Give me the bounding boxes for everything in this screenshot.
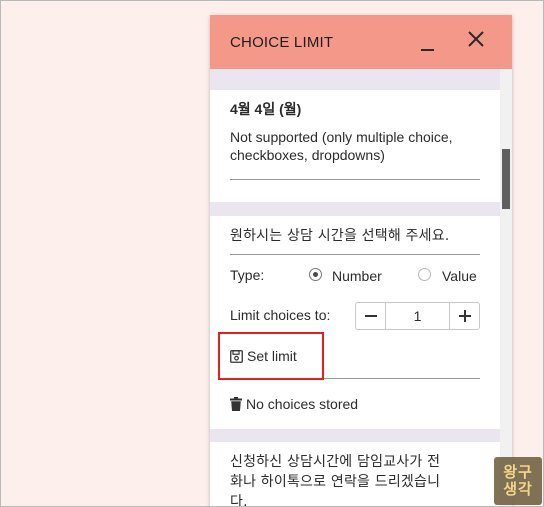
panel-title: CHOICE LIMIT (230, 33, 334, 51)
save-icon (230, 349, 243, 363)
decrement-button[interactable] (356, 303, 386, 329)
close-icon (468, 31, 484, 47)
limit-stepper (355, 302, 480, 330)
type-option-value-label: Value (442, 268, 477, 284)
scrollbar-thumb[interactable] (502, 149, 510, 209)
type-radio-number[interactable] (309, 268, 322, 281)
divider (230, 179, 480, 180)
question-card-date: 4월 4일 (월) Not supported (only multiple c… (210, 90, 500, 202)
question-line3: 다. (230, 494, 248, 507)
panel-body: 4월 4일 (월) Not supported (only multiple c… (210, 69, 500, 507)
type-label: Type: (230, 267, 265, 283)
limit-input[interactable] (386, 303, 449, 329)
close-button[interactable] (466, 29, 486, 49)
unsupported-message-line2: checkboxes, dropdowns) (230, 147, 385, 163)
watermark-line2: 생각 (503, 480, 533, 498)
limit-label: Limit choices to: (230, 307, 331, 323)
question-card-time: 원하시는 상담 시간을 선택해 주세요. Type: Number Value … (210, 216, 500, 429)
minimize-icon (421, 49, 434, 51)
question-title: 4월 4일 (월) (230, 101, 302, 117)
question-line1: 신청하신 상담시간에 담임교사가 전 (230, 454, 441, 470)
type-option-number-label: Number (332, 268, 382, 284)
watermark-logo: 왕구 생각 (494, 457, 542, 505)
app-frame: CHOICE LIMIT 4월 4일 (월) Not supported (on… (0, 0, 544, 507)
choice-limit-panel: CHOICE LIMIT 4월 4일 (월) Not supported (on… (210, 15, 512, 507)
increment-button[interactable] (449, 303, 479, 329)
minimize-button[interactable] (417, 31, 437, 51)
unsupported-message-line1: Not supported (only multiple choice, (230, 129, 453, 145)
set-limit-label: Set limit (247, 348, 297, 364)
scrollbar[interactable] (500, 69, 512, 506)
set-limit-button[interactable]: Set limit (230, 346, 297, 366)
watermark-line1: 왕구 (503, 463, 533, 481)
no-choices-status: No choices stored (230, 394, 358, 414)
question-line2: 화나 하이톡으로 연락을 드리겠습니 (230, 474, 441, 490)
trash-icon (230, 397, 242, 411)
type-radio-value[interactable] (418, 268, 431, 281)
divider (230, 254, 480, 255)
question-card-notice: 신청하신 상담시간에 담임교사가 전 화나 하이톡으로 연락을 드리겠습니 다. (210, 442, 500, 507)
divider (230, 378, 480, 379)
question-title: 원하시는 상담 시간을 선택해 주세요. (230, 228, 450, 244)
panel-header: CHOICE LIMIT (210, 15, 512, 69)
no-choices-label: No choices stored (246, 396, 359, 412)
